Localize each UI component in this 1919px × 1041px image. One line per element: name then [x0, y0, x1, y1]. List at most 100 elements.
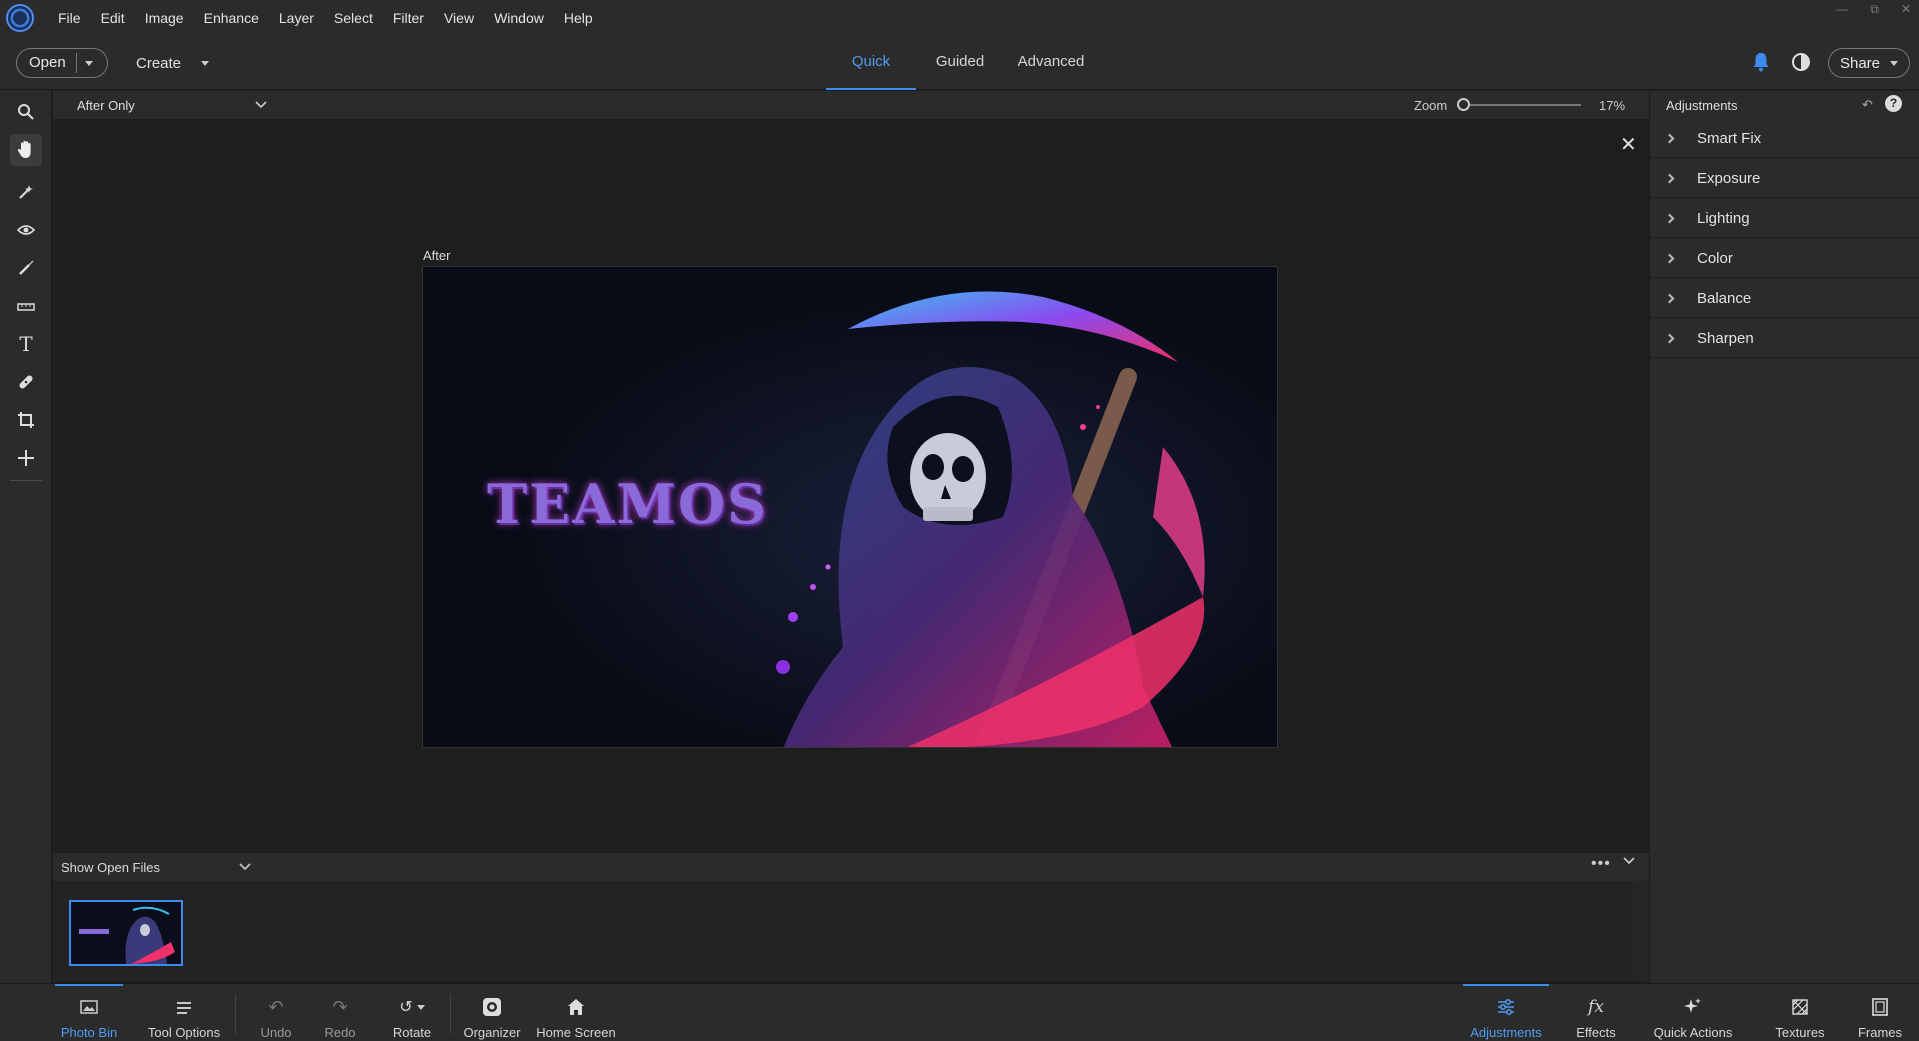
- quick-selection-icon[interactable]: [10, 176, 42, 208]
- frames-button[interactable]: Frames: [1850, 984, 1910, 1041]
- chevron-right-icon: [1664, 253, 1675, 263]
- menu-enhance[interactable]: Enhance: [194, 0, 269, 36]
- menu-layer[interactable]: Layer: [269, 0, 324, 36]
- menu-window[interactable]: Window: [484, 0, 554, 36]
- spot-healing-icon[interactable]: [10, 366, 42, 398]
- zoom-icon[interactable]: [10, 96, 42, 128]
- theme-toggle-icon[interactable]: [1792, 53, 1810, 71]
- top-bar: Open Create Quick Guided Advanced Share: [0, 36, 1919, 90]
- zoom-slider-track[interactable]: [1463, 104, 1581, 106]
- more-options-icon[interactable]: •••: [1591, 855, 1611, 873]
- bottom-divider: [235, 994, 236, 1034]
- menu-filter[interactable]: Filter: [383, 0, 434, 36]
- adjustment-sharpen[interactable]: Sharpen: [1650, 319, 1919, 358]
- adjustment-balance[interactable]: Balance: [1650, 279, 1919, 318]
- redo-label: Redo: [324, 1025, 356, 1040]
- home-screen-button[interactable]: Home Screen: [536, 984, 616, 1041]
- organizer-button[interactable]: Organizer: [460, 984, 524, 1041]
- tool-options-label: Tool Options: [147, 1025, 221, 1040]
- photo-thumbnail[interactable]: [69, 900, 183, 966]
- photo-bin-scrollbar[interactable]: [1633, 881, 1649, 981]
- menu-select[interactable]: Select: [324, 0, 383, 36]
- tab-quick[interactable]: Quick: [826, 36, 916, 90]
- bell-icon[interactable]: [1752, 52, 1770, 72]
- close-window-icon[interactable]: ✕: [1901, 2, 1911, 17]
- adjustment-smart-fix[interactable]: Smart Fix: [1650, 119, 1919, 158]
- quick-actions-label: Quick Actions: [1653, 1025, 1733, 1040]
- adjustments-button[interactable]: Adjustments: [1463, 984, 1549, 1041]
- minimize-icon[interactable]: —: [1836, 2, 1848, 17]
- tool-options-icon: [175, 995, 193, 1019]
- tab-guided[interactable]: Guided: [920, 36, 1000, 90]
- effects-button[interactable]: fx Effects: [1566, 984, 1626, 1041]
- crop-icon[interactable]: [10, 404, 42, 436]
- whiten-teeth-icon[interactable]: [10, 252, 42, 284]
- redo-button[interactable]: ↷ Redo: [316, 984, 364, 1041]
- tools-panel: T: [0, 90, 52, 1041]
- tool-options-button[interactable]: Tool Options: [143, 984, 225, 1041]
- panel-title: Adjustments: [1666, 97, 1738, 113]
- organizer-icon: [482, 995, 502, 1019]
- collapse-bin-icon[interactable]: [1623, 857, 1635, 865]
- rotate-button[interactable]: ↺ Rotate: [384, 984, 440, 1041]
- menu-help[interactable]: Help: [554, 0, 603, 36]
- menu-file[interactable]: File: [48, 0, 91, 36]
- chevron-down-icon[interactable]: [239, 863, 251, 871]
- reset-icon[interactable]: ↶: [1862, 97, 1873, 113]
- zoom-slider-handle[interactable]: [1457, 98, 1470, 111]
- undo-button[interactable]: ↶ Undo: [252, 984, 300, 1041]
- create-dropdown-icon[interactable]: [201, 60, 210, 66]
- share-dropdown-icon[interactable]: [1890, 60, 1899, 66]
- textures-button[interactable]: Textures: [1768, 984, 1832, 1041]
- adjustment-color[interactable]: Color: [1650, 239, 1919, 278]
- image-canvas[interactable]: TEAMOS: [422, 266, 1278, 748]
- hand-icon[interactable]: [10, 134, 42, 166]
- view-mode-value[interactable]: After Only: [77, 98, 135, 113]
- menu-view[interactable]: View: [434, 0, 484, 36]
- adjustment-exposure[interactable]: Exposure: [1650, 159, 1919, 198]
- photo-bin-label: Photo Bin: [60, 1025, 118, 1040]
- menu-bar: File Edit Image Enhance Layer Select Fil…: [0, 0, 1919, 36]
- create-button-label[interactable]: Create: [136, 55, 181, 72]
- help-icon[interactable]: ?: [1885, 95, 1902, 112]
- chevron-right-icon: [1664, 133, 1675, 143]
- bin-source-value[interactable]: Show Open Files: [61, 860, 160, 875]
- red-eye-icon[interactable]: [10, 214, 42, 246]
- restore-icon[interactable]: ⧉: [1870, 2, 1879, 17]
- text-icon[interactable]: T: [10, 328, 42, 360]
- close-icon[interactable]: ✕: [1620, 132, 1637, 157]
- panel-header: Adjustments: [1650, 91, 1919, 119]
- adjustment-label: Sharpen: [1697, 329, 1754, 347]
- bottom-divider: [450, 994, 451, 1034]
- adjustment-label: Color: [1697, 249, 1733, 267]
- move-icon[interactable]: [10, 442, 42, 474]
- bin-source-select[interactable]: Show Open Files: [61, 853, 251, 881]
- photo-bin-icon: [80, 995, 98, 1019]
- tab-advanced[interactable]: Advanced: [1006, 36, 1096, 90]
- open-button-label[interactable]: Open: [17, 53, 77, 73]
- open-button[interactable]: Open: [16, 48, 108, 78]
- adjustments-label: Adjustments: [1470, 1025, 1542, 1040]
- photo-bin: [53, 881, 1633, 981]
- straighten-icon[interactable]: [10, 290, 42, 322]
- zoom-value: 17%: [1599, 98, 1626, 113]
- photo-bin-header: Show Open Files •••: [53, 853, 1649, 881]
- menu-edit[interactable]: Edit: [91, 0, 135, 36]
- share-button-label[interactable]: Share: [1840, 55, 1880, 72]
- menu-image[interactable]: Image: [135, 0, 194, 36]
- chevron-down-icon[interactable]: [255, 101, 267, 109]
- rotate-dropdown-icon[interactable]: [416, 1004, 425, 1010]
- open-dropdown-icon[interactable]: [84, 60, 93, 66]
- share-button[interactable]: Share: [1828, 48, 1910, 78]
- window-controls: — ⧉ ✕: [1836, 2, 1911, 17]
- adjustments-panel: Adjustments ↶ ? Smart Fix Exposure Light…: [1649, 91, 1919, 983]
- view-mode-select[interactable]: After Only: [77, 91, 267, 119]
- photo-bin-button[interactable]: Photo Bin: [55, 984, 123, 1041]
- create-button[interactable]: Create: [136, 48, 210, 78]
- adjustment-lighting[interactable]: Lighting: [1650, 199, 1919, 238]
- undo-label: Undo: [260, 1025, 292, 1040]
- quick-actions-button[interactable]: Quick Actions: [1648, 984, 1738, 1041]
- chevron-right-icon: [1664, 213, 1675, 223]
- zoom-label: Zoom: [1414, 98, 1448, 113]
- adjustment-label: Exposure: [1697, 169, 1761, 187]
